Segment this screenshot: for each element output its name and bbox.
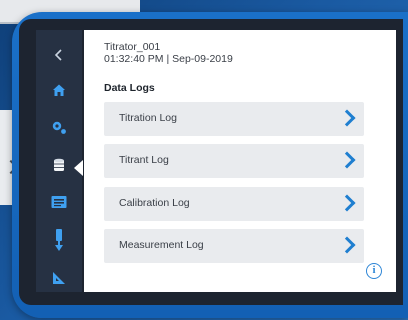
settings-icon — [52, 121, 66, 134]
chevron-right-icon — [338, 236, 356, 254]
chevron-right-icon — [338, 194, 356, 212]
nav-titration[interactable] — [36, 263, 82, 293]
timestamp: 01:32:40 PM | Sep-09-2019 — [104, 53, 233, 65]
nav-reports[interactable] — [36, 187, 82, 217]
nav-home[interactable] — [36, 75, 82, 105]
titrant-log-button[interactable]: Titrant Log — [104, 144, 364, 178]
electrode-icon — [55, 229, 63, 251]
titration-icon — [53, 272, 65, 284]
page-title: Data Logs — [104, 82, 155, 94]
info-icon[interactable]: i — [366, 263, 382, 279]
log-label: Measurement Log — [119, 239, 204, 251]
main-screen: Titrator_001 01:32:40 PM | Sep-09-2019 D… — [84, 30, 396, 292]
report-icon — [51, 196, 67, 208]
nav-settings[interactable] — [36, 112, 82, 142]
back-button[interactable] — [36, 40, 82, 70]
active-tab-indicator — [74, 160, 83, 176]
chevron-right-icon — [338, 151, 356, 169]
chevron-right-icon — [338, 109, 356, 127]
home-icon — [53, 84, 65, 96]
calibration-log-button[interactable]: Calibration Log — [104, 187, 364, 221]
log-label: Titrant Log — [119, 154, 169, 166]
titration-log-button[interactable]: Titration Log — [104, 102, 364, 136]
measurement-log-button[interactable]: Measurement Log — [104, 229, 364, 263]
device-name: Titrator_001 — [104, 41, 161, 53]
log-label: Titration Log — [119, 112, 177, 124]
nav-electrode[interactable] — [36, 225, 82, 255]
database-icon — [54, 158, 64, 171]
log-label: Calibration Log — [119, 197, 190, 209]
back-icon — [54, 49, 62, 61]
